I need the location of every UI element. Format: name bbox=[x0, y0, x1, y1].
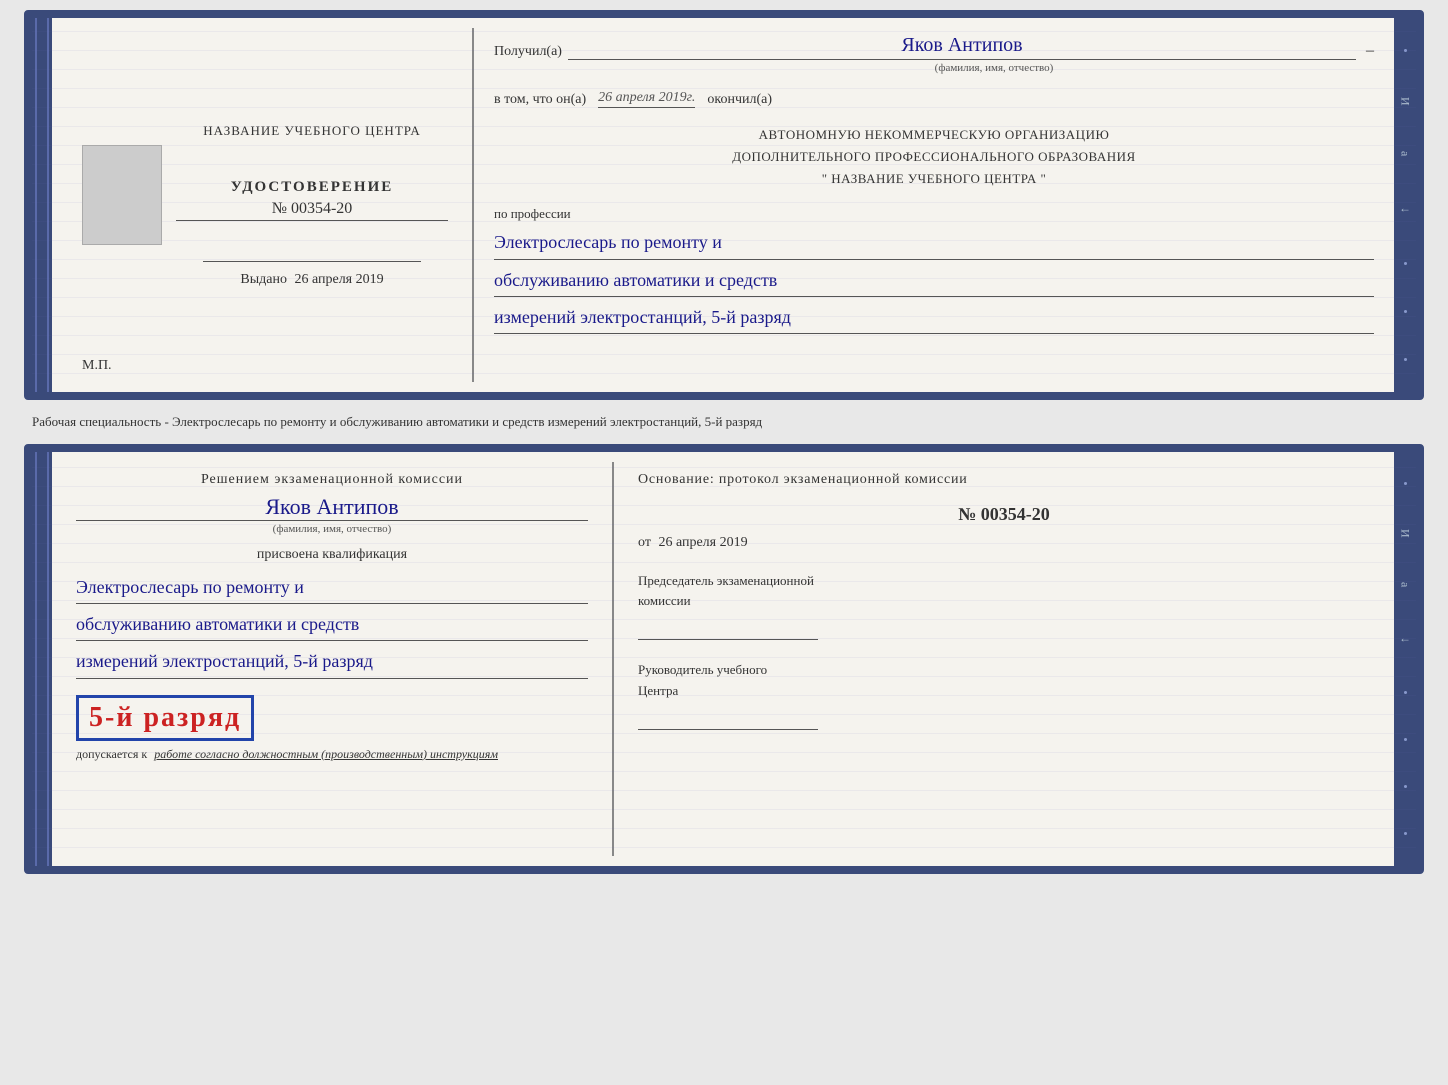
ot-prefix: от bbox=[638, 535, 651, 550]
b-strip-dot-5 bbox=[1404, 832, 1407, 835]
rukovoditel-block: Руководитель учебного Центра bbox=[638, 660, 1370, 730]
bottom-left-border bbox=[32, 452, 52, 866]
osnovaniye-block: Основание: протокол экзаменационной коми… bbox=[638, 472, 1370, 488]
vtom-date: 26 апреля 2019г. bbox=[598, 90, 695, 108]
vydano-date: 26 апреля 2019 bbox=[294, 272, 383, 287]
resheniye-text: Решением экзаменационной комиссии bbox=[76, 472, 588, 488]
b-strip-dot-4 bbox=[1404, 785, 1407, 788]
b-strip-char-arrow: ← bbox=[1399, 631, 1411, 646]
vtom-text: в том, что он(а) bbox=[494, 92, 586, 108]
bottom-right-panel: Основание: протокол экзаменационной коми… bbox=[614, 452, 1394, 866]
predsedatel-line1: Председатель экзаменационной bbox=[638, 571, 1370, 592]
strip-char-a: а bbox=[1398, 151, 1413, 156]
photo-placeholder bbox=[82, 145, 162, 245]
profession-line1: Электрослесарь по ремонту и bbox=[494, 226, 1374, 259]
rukovoditel-line1: Руководитель учебного bbox=[638, 660, 1370, 681]
dopuskaetsya-italic: работе согласно должностным (производств… bbox=[154, 747, 498, 761]
top-left-panel: НАЗВАНИЕ УЧЕБНОГО ЦЕНТРА УДОСТОВЕРЕНИЕ №… bbox=[52, 18, 472, 392]
b-strip-dot-2 bbox=[1404, 691, 1407, 694]
top-document: НАЗВАНИЕ УЧЕБНОГО ЦЕНТРА УДОСТОВЕРЕНИЕ №… bbox=[24, 10, 1424, 400]
school-name-label: НАЗВАНИЕ УЧЕБНОГО ЦЕНТРА bbox=[176, 123, 448, 139]
rukovoditel-signature-line bbox=[638, 710, 818, 730]
b-strip-dot-1 bbox=[1404, 482, 1407, 485]
okonchil-text: окончил(а) bbox=[707, 92, 772, 108]
profession-line2: обслуживанию автоматики и средств bbox=[494, 264, 1374, 297]
qual-line3: измерений электростанций, 5-й разряд bbox=[76, 645, 588, 678]
doc-number-top: № 00354-20 bbox=[176, 200, 448, 221]
vydano-line: Выдано 26 апреля 2019 bbox=[176, 272, 448, 288]
razryad-badge: 5-й разряд bbox=[76, 695, 254, 741]
left-border-strip bbox=[32, 18, 52, 392]
rukovoditel-line2: Центра bbox=[638, 681, 1370, 702]
right-border-strip: И а ← bbox=[1394, 18, 1416, 392]
strip-char-arrow: ← bbox=[1399, 201, 1411, 216]
strip-char-i: И bbox=[1398, 97, 1413, 106]
dopuskaetsya-prefix: допускается к bbox=[76, 747, 147, 761]
dash: – bbox=[1366, 42, 1374, 60]
ot-date: 26 апреля 2019 bbox=[658, 535, 747, 550]
ot-line: от 26 апреля 2019 bbox=[638, 535, 1370, 551]
recipient-name: Яков Антипов bbox=[568, 34, 1356, 60]
b-strip-dot-3 bbox=[1404, 738, 1407, 741]
b-strip-char-a: а bbox=[1398, 582, 1413, 587]
bottom-right-border: И а ← bbox=[1394, 452, 1416, 866]
po-professii-label: по профессии bbox=[494, 206, 1374, 222]
razryad-text: 5-й разряд bbox=[89, 702, 241, 733]
strip-dot-4 bbox=[1404, 358, 1407, 361]
fio-label-top: (фамилия, имя, отчество) bbox=[614, 62, 1374, 74]
poluchil-label: Получил(а) bbox=[494, 44, 562, 60]
strip-dot-1 bbox=[1404, 49, 1407, 52]
udostoverenie-label: УДОСТОВЕРЕНИЕ bbox=[176, 179, 448, 196]
protocol-number: № 00354-20 bbox=[638, 504, 1370, 525]
qual-line2: обслуживанию автоматики и средств bbox=[76, 608, 588, 641]
mp-label: М.П. bbox=[82, 358, 112, 374]
fio-label-bottom: (фамилия, имя, отчество) bbox=[76, 523, 588, 535]
bottom-name: Яков Антипов bbox=[76, 494, 588, 521]
osnovaniye-text: Основание: протокол экзаменационной коми… bbox=[638, 472, 1370, 488]
org-line3: " НАЗВАНИЕ УЧЕБНОГО ЦЕНТРА " bbox=[494, 168, 1374, 190]
b-strip-char-i: И bbox=[1398, 529, 1413, 538]
profession-line3: измерений электростанций, 5-й разряд bbox=[494, 301, 1374, 334]
org-line1: АВТОНОМНУЮ НЕКОММЕРЧЕСКУЮ ОРГАНИЗАЦИЮ bbox=[494, 124, 1374, 146]
qual-line1: Электрослесарь по ремонту и bbox=[76, 571, 588, 604]
prisvoyena-text: присвоена квалификация bbox=[76, 547, 588, 563]
razryad-badge-container: 5-й разряд bbox=[76, 689, 588, 741]
dopuskaetsya-text: допускается к работе согласно должностны… bbox=[76, 747, 588, 762]
top-right-panel: Получил(а) Яков Антипов – (фамилия, имя,… bbox=[474, 18, 1394, 392]
bottom-left-panel: Решением экзаменационной комиссии Яков А… bbox=[52, 452, 612, 866]
org-block: АВТОНОМНУЮ НЕКОММЕРЧЕСКУЮ ОРГАНИЗАЦИЮ ДО… bbox=[494, 124, 1374, 190]
vtom-line: в том, что он(а) 26 апреля 2019г. окончи… bbox=[494, 90, 1374, 108]
poluchil-line: Получил(а) Яков Антипов – bbox=[494, 34, 1374, 60]
org-line2: ДОПОЛНИТЕЛЬНОГО ПРОФЕССИОНАЛЬНОГО ОБРАЗО… bbox=[494, 146, 1374, 168]
vydano-prefix: Выдано bbox=[240, 272, 287, 287]
predsedatel-block: Председатель экзаменационной комиссии bbox=[638, 571, 1370, 641]
strip-dot-3 bbox=[1404, 310, 1407, 313]
predsedatel-signature-line bbox=[638, 620, 818, 640]
separator-text: Рабочая специальность - Электрослесарь п… bbox=[24, 408, 1424, 436]
predsedatel-line2: комиссии bbox=[638, 591, 1370, 612]
strip-dot-2 bbox=[1404, 262, 1407, 265]
bottom-document: Решением экзаменационной комиссии Яков А… bbox=[24, 444, 1424, 874]
